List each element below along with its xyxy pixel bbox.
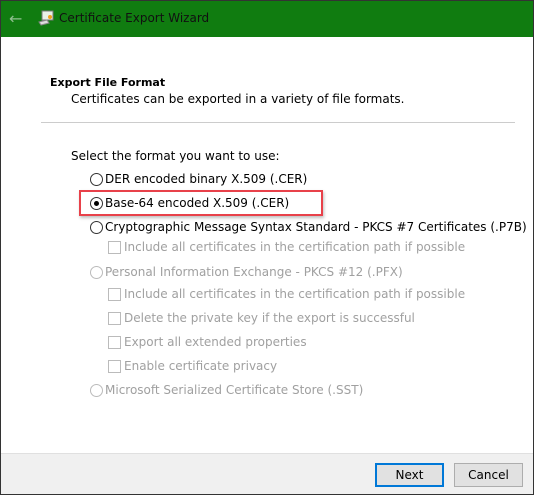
option-label[interactable]: DER encoded binary X.509 (.CER) <box>105 172 307 186</box>
checkbox <box>108 312 121 325</box>
checkbox <box>108 241 121 254</box>
cancel-button[interactable]: Cancel <box>454 463 523 487</box>
radio-button <box>90 384 103 397</box>
page-subtitle: Certificates can be exported in a variet… <box>71 92 405 106</box>
wizard-window: ← Certificate Export Wizard Export File … <box>0 0 534 495</box>
radio-button[interactable] <box>90 197 103 210</box>
checkbox <box>108 336 121 349</box>
divider <box>41 122 515 123</box>
option-label[interactable]: Base-64 encoded X.509 (.CER) <box>105 196 289 210</box>
checkbox <box>108 288 121 301</box>
footer: Next Cancel <box>1 453 533 494</box>
next-button[interactable]: Next <box>375 463 444 487</box>
page-title: Export File Format <box>50 76 166 89</box>
format-prompt: Select the format you want to use: <box>71 149 280 163</box>
option-label[interactable]: Cryptographic Message Syntax Standard - … <box>105 220 527 234</box>
option-label: Enable certificate privacy <box>124 359 278 373</box>
window-title: Certificate Export Wizard <box>59 11 210 25</box>
option-label: Personal Information Exchange - PKCS #12… <box>105 265 403 279</box>
back-arrow-icon[interactable]: ← <box>9 9 22 28</box>
radio-button <box>90 266 103 279</box>
option-label: Include all certificates in the certific… <box>124 240 466 254</box>
option-label: Delete the private key if the export is … <box>124 311 415 325</box>
option-label: Microsoft Serialized Certificate Store (… <box>105 383 364 397</box>
radio-button[interactable] <box>90 221 103 234</box>
title-bar: ← Certificate Export Wizard <box>1 1 533 37</box>
certificate-icon <box>38 10 54 26</box>
option-label: Export all extended properties <box>124 335 307 349</box>
option-label: Include all certificates in the certific… <box>124 287 466 301</box>
checkbox <box>108 360 121 373</box>
radio-button[interactable] <box>90 173 103 186</box>
